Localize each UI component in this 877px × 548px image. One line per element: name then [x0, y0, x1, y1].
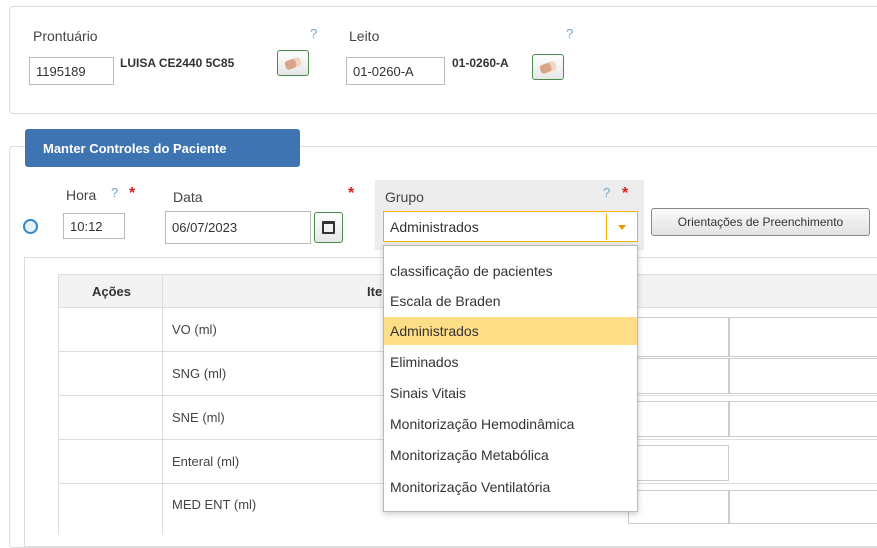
grupo-help-icon[interactable]: ? [603, 185, 610, 200]
dropdown-option[interactable]: Monitorização Metabólica [384, 441, 637, 469]
hora-required-icon: * [129, 185, 136, 202]
value-input[interactable] [628, 401, 729, 437]
prontuario-label: Prontuário [33, 28, 98, 44]
hora-label: Hora [66, 187, 97, 203]
value-input[interactable] [628, 490, 729, 524]
leito-label: Leito [349, 28, 380, 44]
value-input[interactable] [628, 317, 729, 357]
dropdown-option[interactable]: classificação de pacientes [384, 257, 637, 285]
data-input[interactable]: 06/07/2023 [165, 211, 311, 244]
value-input[interactable] [729, 490, 877, 524]
calendar-icon [322, 221, 335, 234]
leito-help-icon[interactable]: ? [566, 26, 573, 41]
dropdown-option[interactable]: Monitorização Hemodinâmica [384, 410, 637, 438]
prontuario-input[interactable]: 1195189 [29, 57, 114, 85]
dropdown-option[interactable]: Sinais Vitais [384, 379, 637, 407]
col-divider-mid [162, 274, 163, 534]
value-input[interactable] [628, 358, 729, 394]
data-required-icon: * [348, 185, 355, 202]
chevron-down-icon[interactable] [606, 214, 637, 240]
row-item-label: SNE (ml) [172, 410, 225, 425]
row-item-label: Enteral (ml) [172, 454, 240, 469]
value-input[interactable] [729, 358, 877, 394]
eraser-icon [538, 60, 558, 74]
prontuario-help-icon[interactable]: ? [310, 26, 317, 41]
grupo-selected-value: Administrados [390, 218, 479, 235]
clock-icon [23, 219, 38, 234]
eraser-icon [283, 56, 303, 70]
hora-help-icon[interactable]: ? [111, 185, 118, 200]
tab-manter-controles[interactable]: Manter Controles do Paciente [25, 129, 300, 167]
value-input[interactable] [628, 445, 729, 481]
orientacoes-button[interactable]: Orientações de Preenchimento [651, 208, 870, 236]
grupo-dropdown-list: classificação de pacientes Escala de Bra… [383, 245, 638, 512]
grupo-required-icon: * [622, 185, 629, 202]
dropdown-option[interactable]: Escala de Braden [384, 287, 637, 315]
value-input[interactable] [729, 401, 877, 437]
leito-eraser-button[interactable] [532, 54, 564, 80]
dropdown-option-selected[interactable]: Administrados [384, 317, 637, 345]
patient-name: LUISA CE2440 5C85 [120, 56, 235, 70]
grupo-select[interactable]: Administrados [383, 211, 638, 242]
dropdown-option[interactable]: Monitorização Ventilatória [384, 473, 637, 501]
col-divider-left [58, 274, 59, 534]
leito-display: 01-0260-A [452, 56, 509, 70]
value-input[interactable] [729, 317, 877, 357]
hora-input[interactable]: 10:12 [63, 213, 125, 239]
prontuario-eraser-button[interactable] [277, 50, 309, 76]
col-acoes-header: Ações [92, 284, 132, 299]
row-item-label: VO (ml) [172, 322, 217, 337]
row-item-label: SNG (ml) [172, 366, 227, 381]
leito-input[interactable]: 01-0260-A [346, 57, 445, 85]
date-picker-button[interactable] [314, 212, 343, 243]
data-label: Data [173, 189, 203, 205]
grupo-label: Grupo [385, 189, 424, 205]
dropdown-option[interactable]: Eliminados [384, 348, 637, 376]
row-item-label: MED ENT (ml) [172, 497, 257, 512]
